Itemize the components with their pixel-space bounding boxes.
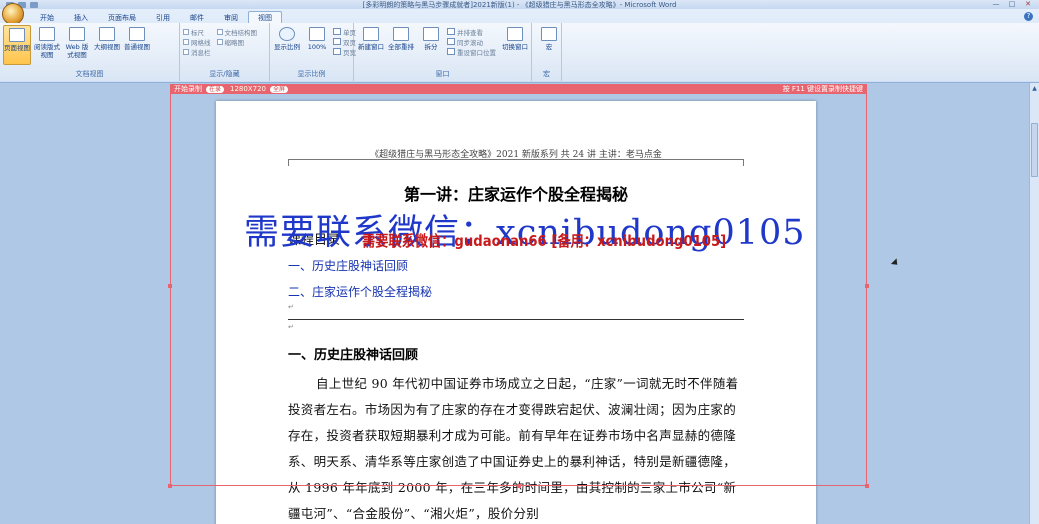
group-document-views: 页面视图 阅读版式视图 Web 版式视图 大纲视图 普通视图 文档视图 [0,23,180,81]
outline-icon [99,27,115,41]
tab-view[interactable]: 视图 [248,11,282,23]
ribbon: 开始 插入 页面布局 引用 邮件 审阅 视图 ? 页面视图 阅读版式视图 Web… [0,3,1039,83]
outline-button[interactable]: 大纲视图 [93,25,121,65]
tab-review[interactable]: 审阅 [214,11,248,23]
group-show-hide: 标尺 网格线 消息栏 文档结构图 缩略图 显示/隐藏 [180,23,270,81]
close-button[interactable]: ✕ [1021,0,1035,8]
office-button[interactable] [2,3,24,25]
record-label[interactable]: 开始录制 [174,84,202,94]
one-page-button[interactable]: 单页 [333,27,356,37]
one-page-icon [333,28,341,35]
tab-home[interactable]: 开始 [30,11,64,23]
maximize-button[interactable]: □ [1005,0,1019,8]
two-pages-icon [333,38,341,45]
arrange-all-button[interactable]: 全部重排 [387,25,415,65]
group-label-macros: 宏 [543,70,550,78]
sync-scroll-button[interactable]: 同步滚动 [447,37,496,47]
record-hint: 按 F11 键设置录制快捷键 [782,85,863,93]
draft-icon [129,27,145,41]
magnifier-icon [279,27,295,41]
page-100-icon [309,27,325,41]
title-bar: [多彩明朗的策略与黑马步骤成就者]2021新版(1) - 《超级猎庄与黑马形态全… [0,0,1039,9]
resize-handle[interactable] [168,484,172,488]
record-pill[interactable]: 在录 [206,85,225,93]
tab-page-layout[interactable]: 页面布局 [98,11,146,23]
web-layout-button[interactable]: Web 版式视图 [63,25,91,65]
fullscreen-pill[interactable]: 全屏 [270,85,289,93]
resize-handle[interactable] [865,284,869,288]
ruler-checkbox[interactable]: 标尺 [183,27,211,37]
group-label-doc-views: 文档视图 [75,70,104,78]
macros-button[interactable]: 宏 [535,25,563,65]
view-side-by-side-button[interactable]: 并排查看 [447,27,496,37]
group-zoom: 显示比例 100% 单页 双页 页宽 显示比例 [270,23,356,81]
checkbox-icon [183,28,189,35]
resize-handle[interactable] [865,484,869,488]
group-label-show-hide: 显示/隐藏 [209,70,240,78]
macro-icon [541,27,557,41]
record-size[interactable]: 1280X720 [230,85,266,93]
tab-insert[interactable]: 插入 [64,11,98,23]
ribbon-tabs: 开始 插入 页面布局 引用 邮件 审阅 视图 [30,11,282,23]
tab-mailings[interactable]: 邮件 [180,11,214,23]
resize-handle[interactable] [517,484,521,488]
new-window-icon [363,27,379,41]
zoom-100-button[interactable]: 100% [303,25,331,65]
recording-toolbar[interactable]: 开始录制 在录 1280X720 全屏 按 F11 键设置录制快捷键 [170,84,867,94]
message-bar-checkbox[interactable]: 消息栏 [183,47,211,57]
switch-windows-icon [507,27,523,41]
checkbox-icon [183,48,189,55]
book-icon [39,27,55,41]
minimize-button[interactable]: — [989,0,1003,8]
document-map-checkbox[interactable]: 文档结构图 [216,27,257,37]
scrollbar-thumb[interactable] [1031,123,1038,177]
tab-references[interactable]: 引用 [146,11,180,23]
ribbon-groups: 页面视图 阅读版式视图 Web 版式视图 大纲视图 普通视图 文档视图 标尺 网… [0,23,1039,81]
group-label-window: 窗口 [435,70,450,78]
gridlines-checkbox[interactable]: 网格线 [183,37,211,47]
page-icon [9,28,25,42]
switch-windows-button[interactable]: 切换窗口 [502,25,528,65]
page-width-icon [333,48,341,55]
thumbnails-checkbox[interactable]: 缩略图 [216,37,258,47]
checkbox-icon [216,38,223,45]
vertical-scrollbar[interactable]: ▲ [1029,83,1039,524]
sync-scroll-icon [447,38,455,45]
group-window: 新建窗口 全部重排 拆分 并排查看 同步滚动 重设窗口位置 切换窗口 窗口 [354,23,532,81]
split-button[interactable]: 拆分 [417,25,445,65]
group-label-zoom: 显示比例 [297,70,326,78]
full-screen-reading-button[interactable]: 阅读版式视图 [33,25,61,65]
group-macros: 宏 宏 [532,23,562,81]
window-controls: — □ ✕ [989,0,1035,8]
mouse-cursor-icon [890,258,901,268]
zoom-button[interactable]: 显示比例 [273,25,301,65]
checkbox-icon [183,38,189,45]
arrange-icon [393,27,409,41]
side-by-side-icon [447,28,455,35]
two-pages-button[interactable]: 双页 [333,37,356,47]
print-layout-button[interactable]: 页面视图 [3,25,31,65]
reset-position-icon [447,48,455,55]
recording-frame[interactable] [170,84,867,486]
reset-window-position-button[interactable]: 重设窗口位置 [447,47,496,57]
split-icon [423,27,439,41]
page-width-button[interactable]: 页宽 [333,47,356,57]
new-window-button[interactable]: 新建窗口 [357,25,385,65]
globe-icon [69,27,85,41]
watermark-red: 需要联系微信：gudaonan66 [备用：xcnibudong0105] [362,232,727,250]
checkbox-icon [216,28,223,35]
help-icon[interactable]: ? [1024,12,1033,21]
draft-button[interactable]: 普通视图 [123,25,151,65]
word-window: [多彩明朗的策略与黑马步骤成就者]2021新版(1) - 《超级猎庄与黑马形态全… [0,0,1039,524]
scroll-up-icon[interactable]: ▲ [1031,85,1038,92]
resize-handle[interactable] [168,284,172,288]
